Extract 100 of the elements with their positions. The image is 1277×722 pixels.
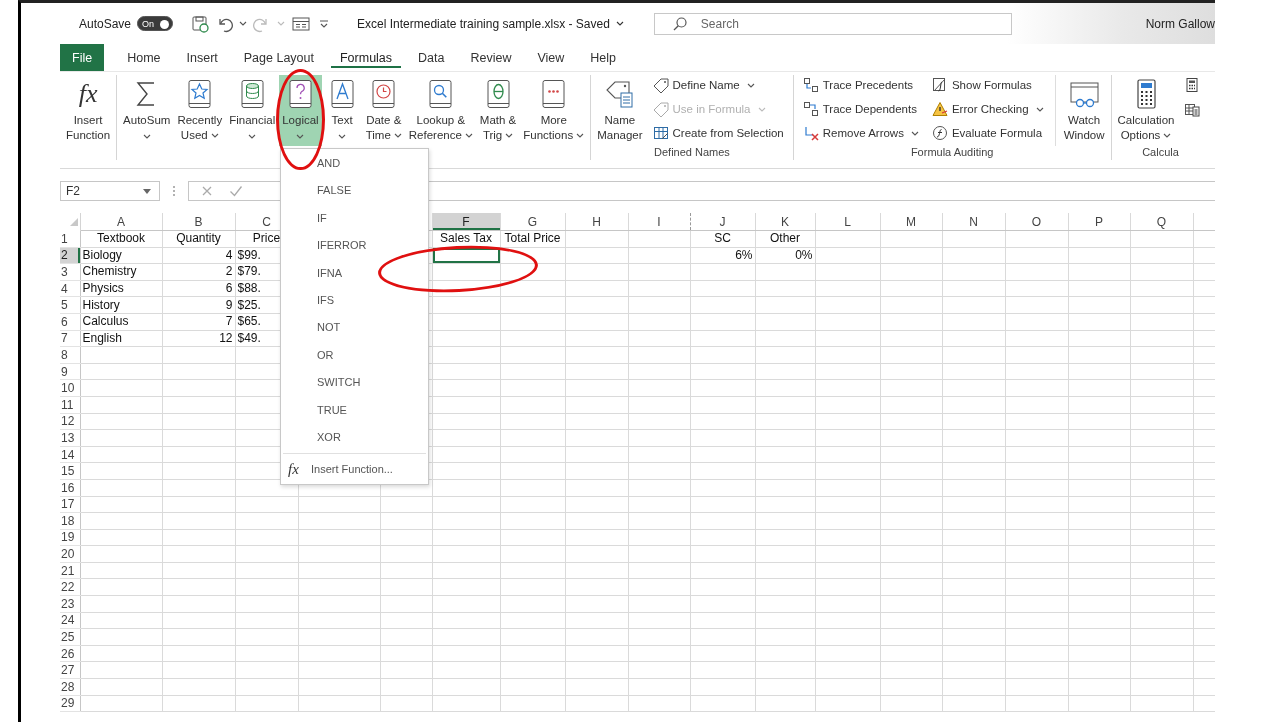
column-header[interactable]: M — [880, 213, 942, 231]
table-cell: 9 — [162, 296, 235, 314]
row-header[interactable]: 8 — [60, 346, 80, 364]
table-cell: 7 — [162, 313, 235, 331]
menu-item[interactable]: fx Insert Function... — [281, 454, 428, 485]
row-header[interactable]: 20 — [60, 545, 80, 563]
ribbon-button[interactable]: Recently Used — [174, 75, 226, 146]
row-header[interactable]: 4 — [60, 280, 80, 297]
ribbon-button[interactable]: AutoSum — [120, 75, 174, 146]
caret-icon — [615, 21, 624, 26]
ribbon-button[interactable]: Calculation Options — [1114, 75, 1178, 146]
ribbon-button[interactable]: Create from Selection — [650, 123, 786, 143]
ribbon-tab[interactable]: View — [528, 44, 574, 71]
menu-item[interactable]: FALSE — [281, 177, 428, 205]
active-cell[interactable] — [432, 247, 500, 264]
calculator-icon[interactable] — [1184, 77, 1201, 93]
row-header[interactable]: 14 — [60, 446, 80, 463]
ribbon-button[interactable]: Evaluate Formula — [929, 123, 1046, 143]
ribbon-button[interactable]: Name Manager — [594, 75, 646, 146]
row-header[interactable]: 3 — [60, 263, 80, 281]
ribbon-button[interactable]: Watch Window — [1054, 75, 1108, 146]
ribbon-tab[interactable]: Review — [461, 44, 521, 71]
column-header[interactable]: N — [942, 213, 1005, 231]
column-header[interactable]: K — [755, 213, 815, 231]
row-header[interactable]: 23 — [60, 595, 80, 613]
caret-icon — [277, 21, 286, 26]
ribbon-button[interactable]: Define Name — [650, 75, 786, 95]
row-header[interactable]: 24 — [60, 612, 80, 629]
table-cell: Total Price — [500, 230, 565, 248]
ribbon-button[interactable]: Lookup & Reference — [405, 75, 476, 146]
column-header[interactable]: B — [162, 213, 235, 231]
row-header[interactable]: 6 — [60, 313, 80, 331]
ribbon-button[interactable]: Error Checking — [929, 99, 1046, 119]
ribbon-button[interactable]: Text — [322, 75, 362, 146]
ribbon-tab[interactable]: Page Layout — [234, 44, 323, 71]
column-header[interactable]: G — [500, 213, 565, 231]
column-header[interactable]: I — [628, 213, 690, 231]
autosave-label: AutoSave — [79, 16, 132, 31]
row-header[interactable]: 28 — [60, 678, 80, 696]
menu-item[interactable]: SWITCH — [281, 369, 428, 397]
ribbon-button[interactable]: Financial — [226, 75, 279, 146]
ribbon-tab[interactable]: Data — [409, 44, 454, 71]
ribbon-tab[interactable]: Insert — [177, 44, 227, 71]
ribbon-tab[interactable]: Home — [118, 44, 170, 71]
column-header[interactable]: O — [1005, 213, 1068, 231]
ribbon-button[interactable]: Logical — [279, 75, 322, 146]
column-header[interactable]: Q — [1130, 213, 1193, 231]
calculator-sheet-icon[interactable] — [1184, 101, 1201, 117]
autosave-toggle[interactable]: On — [137, 16, 174, 31]
row-header[interactable]: 29 — [60, 695, 80, 712]
menu-item[interactable]: AND — [281, 150, 428, 178]
column-header[interactable]: A — [80, 213, 162, 231]
ribbon-button[interactable]: Remove Arrows — [800, 123, 921, 143]
row-header[interactable]: 9 — [60, 363, 80, 380]
form-icon[interactable] — [291, 14, 312, 33]
ribbon-button[interactable]: Trace Precedents — [800, 75, 921, 95]
ribbon-tab[interactable]: Formulas — [330, 44, 402, 71]
row-header[interactable]: 26 — [60, 645, 80, 662]
row-header[interactable]: 7 — [60, 330, 80, 347]
ribbon-button[interactable]: More Functions — [520, 75, 588, 146]
file-tab[interactable]: File — [60, 44, 105, 71]
menu-item[interactable]: XOR — [281, 423, 428, 452]
user-name[interactable]: Norm Gallow — [1145, 16, 1215, 31]
table-cell: 6% — [690, 247, 755, 264]
ribbon-button[interactable]: Math & Trig — [476, 75, 520, 146]
ribbon-button[interactable]: Date & Time — [362, 75, 405, 146]
search-field[interactable]: Search — [653, 12, 1012, 35]
table-cell: 4 — [162, 247, 235, 264]
row-header[interactable]: 18 — [60, 512, 80, 530]
row-header[interactable]: 21 — [60, 562, 80, 579]
column-header[interactable]: H — [565, 213, 628, 231]
column-header[interactable]: J — [690, 213, 755, 231]
table-cell: History — [80, 296, 162, 314]
row-header[interactable]: 22 — [60, 578, 80, 596]
row-header[interactable]: 12 — [60, 413, 80, 430]
menu-item[interactable]: TRUE — [281, 396, 428, 424]
document-title[interactable]: Excel Intermediate training sample.xlsx - Saved — [357, 16, 624, 31]
save-icon[interactable] — [191, 14, 210, 33]
row-header[interactable]: 27 — [60, 661, 80, 679]
row-header[interactable]: 15 — [60, 462, 80, 480]
row-header[interactable]: 13 — [60, 429, 80, 447]
table-cell: 6 — [162, 280, 235, 297]
ribbon-tab[interactable]: Help — [581, 44, 626, 71]
row-header[interactable]: 1 — [60, 230, 80, 248]
row-header[interactable]: 11 — [60, 396, 80, 414]
row-header[interactable]: 25 — [60, 628, 80, 646]
table-cell: Textbook — [80, 230, 162, 248]
name-box[interactable]: F2 — [60, 181, 160, 201]
column-header[interactable]: L — [815, 213, 880, 231]
ribbon-button[interactable]: Trace Dependents — [800, 99, 921, 119]
ribbon-button[interactable]: fx Insert Function — [63, 75, 114, 146]
column-header[interactable]: F — [432, 213, 500, 231]
row-header[interactable]: 16 — [60, 479, 80, 496]
row-header[interactable]: 10 — [60, 379, 80, 397]
row-header[interactable]: 17 — [60, 496, 80, 513]
ribbon-button[interactable]: Show Formulas — [929, 75, 1046, 95]
search-icon — [671, 15, 688, 32]
row-header[interactable]: 19 — [60, 529, 80, 546]
column-header[interactable]: P — [1068, 213, 1130, 231]
row-header[interactable]: 5 — [60, 296, 80, 314]
